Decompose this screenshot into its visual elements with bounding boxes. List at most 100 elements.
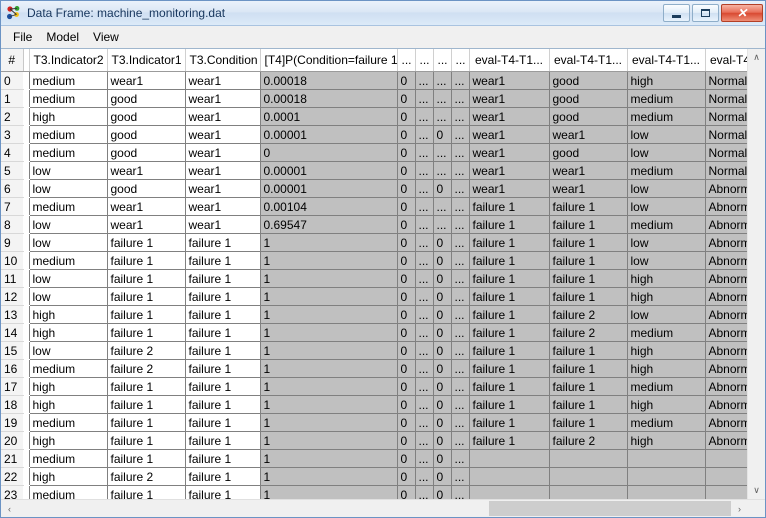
table-cell[interactable] <box>626 449 706 468</box>
table-cell[interactable] <box>704 449 747 468</box>
table-cell[interactable]: 0 <box>432 233 452 252</box>
table-cell[interactable]: 0 <box>396 251 416 270</box>
table-cell[interactable]: high <box>626 71 706 90</box>
row-index-cell[interactable]: 6 <box>1 179 24 198</box>
table-cell[interactable]: failure 1 <box>106 395 186 414</box>
row-index-cell[interactable]: 2 <box>1 107 24 126</box>
table-cell[interactable]: 1 <box>259 485 398 499</box>
table-cell[interactable]: low <box>28 161 108 180</box>
table-cell[interactable]: wear1 <box>468 161 550 180</box>
table-cell[interactable]: ... <box>414 449 434 468</box>
scroll-left-icon[interactable]: ‹ <box>1 500 18 517</box>
minimize-button[interactable] <box>663 4 690 22</box>
row-index-cell[interactable]: 0 <box>1 71 24 90</box>
table-row[interactable]: 10 medium failure 1 failure 1 1 0... 0... failu… <box>1 251 747 270</box>
table-row[interactable]: 12 low failure 1 failure 1 1 0... 0... failure … <box>1 287 747 306</box>
table-cell[interactable]: failure 1 <box>184 467 261 486</box>
table-cell[interactable]: 0 <box>432 467 452 486</box>
table-cell[interactable]: Normal <box>704 89 747 108</box>
table-cell[interactable]: 0 <box>432 449 452 468</box>
row-index-cell[interactable]: 21 <box>1 449 24 468</box>
table-cell[interactable]: ... <box>450 323 470 342</box>
table-cell[interactable]: failure 1 <box>468 431 550 450</box>
table-row[interactable]: 5 low wear1 wear1 0.00001 0......... wear1 wear… <box>1 161 747 180</box>
table-cell[interactable]: failure 1 <box>184 341 261 360</box>
table-cell[interactable]: ... <box>450 233 470 252</box>
table-cell[interactable]: high <box>626 431 706 450</box>
column-header-c11[interactable]: eval-T4-T1... <box>627 49 706 72</box>
table-row[interactable]: 8 low wear1 wear1 0.69547 0......... failure 1… <box>1 215 747 234</box>
table-cell[interactable]: failure 1 <box>106 377 186 396</box>
table-cell[interactable]: ... <box>450 485 470 499</box>
table-cell[interactable]: 1 <box>259 305 398 324</box>
table-cell[interactable]: ... <box>414 431 434 450</box>
table-cell[interactable]: failure 1 <box>184 395 261 414</box>
table-cell[interactable]: ... <box>450 71 470 90</box>
table-cell[interactable]: ... <box>432 161 452 180</box>
table-row[interactable]: 14 high failure 1 failure 1 1 0... 0... failure… <box>1 323 747 342</box>
table-cell[interactable]: good <box>548 89 628 108</box>
table-cell[interactable]: Normal <box>704 125 747 144</box>
table-row[interactable]: 16 medium failure 2 failure 1 1 0... 0... failu… <box>1 359 747 378</box>
table-cell[interactable]: 0 <box>396 197 416 216</box>
table-cell[interactable]: high <box>28 395 108 414</box>
table-cell[interactable]: failure 1 <box>184 251 261 270</box>
table-cell[interactable]: 1 <box>259 233 398 252</box>
row-index-cell[interactable]: 1 <box>1 89 24 108</box>
scroll-right-icon[interactable]: › <box>731 500 748 517</box>
menu-item-file[interactable]: File <box>6 28 39 46</box>
table-row[interactable]: 11 low failure 1 failure 1 1 0... 0... failure … <box>1 269 747 288</box>
table-cell[interactable]: wear1 <box>468 179 550 198</box>
table-row[interactable]: 3 medium good wear1 0.00001 0... 0... wear1 wear… <box>1 125 747 144</box>
table-cell[interactable]: low <box>28 269 108 288</box>
vertical-scrollbar[interactable]: ∧ ∨ <box>747 49 765 499</box>
table-cell[interactable]: failure 1 <box>548 413 628 432</box>
table-cell[interactable]: low <box>28 341 108 360</box>
table-cell[interactable]: Abnormal <box>704 323 747 342</box>
table-row[interactable]: 19 medium failure 1 failure 1 1 0... 0... failu… <box>1 413 747 432</box>
table-cell[interactable]: 0 <box>396 125 416 144</box>
table-cell[interactable]: failure 1 <box>184 377 261 396</box>
scroll-up-icon[interactable]: ∧ <box>748 49 765 66</box>
table-cell[interactable]: failure 1 <box>548 395 628 414</box>
table-cell[interactable] <box>548 485 628 499</box>
table-cell[interactable]: medium <box>28 197 108 216</box>
table-cell[interactable] <box>468 467 550 486</box>
table-cell[interactable]: ... <box>432 143 452 162</box>
table-cell[interactable]: ... <box>414 179 434 198</box>
table-cell[interactable]: ... <box>450 449 470 468</box>
table-cell[interactable]: medium <box>626 377 706 396</box>
table-cell[interactable]: wear1 <box>184 179 261 198</box>
column-header-c3[interactable]: T3.Condition <box>185 49 261 72</box>
table-cell[interactable]: 0 <box>396 71 416 90</box>
row-index-cell[interactable]: 22 <box>1 467 24 486</box>
table-cell[interactable] <box>548 467 628 486</box>
table-cell[interactable]: Abnormal <box>704 269 747 288</box>
table-cell[interactable]: high <box>28 377 108 396</box>
table-cell[interactable]: wear1 <box>106 161 186 180</box>
table-cell[interactable]: medium <box>626 215 706 234</box>
table-cell[interactable]: Abnormal <box>704 305 747 324</box>
table-cell[interactable]: failure 1 <box>184 323 261 342</box>
table-cell[interactable]: failure 1 <box>468 377 550 396</box>
column-header-c6[interactable]: ... <box>415 49 434 72</box>
table-cell[interactable]: failure 1 <box>106 287 186 306</box>
table-cell[interactable]: wear1 <box>184 89 261 108</box>
table-cell[interactable]: 0 <box>432 125 452 144</box>
table-cell[interactable]: Normal <box>704 161 747 180</box>
table-cell[interactable]: failure 1 <box>184 305 261 324</box>
table-cell[interactable]: failure 1 <box>184 431 261 450</box>
table-cell[interactable]: 0 <box>396 377 416 396</box>
table-cell[interactable]: 0 <box>396 143 416 162</box>
table-cell[interactable]: low <box>28 233 108 252</box>
table-cell[interactable]: Abnormal <box>704 215 747 234</box>
table-cell[interactable]: high <box>28 431 108 450</box>
table-cell[interactable]: failure 2 <box>106 467 186 486</box>
table-cell[interactable]: failure 1 <box>548 269 628 288</box>
horizontal-scroll-track[interactable] <box>18 500 731 517</box>
table-cell[interactable]: ... <box>450 467 470 486</box>
column-header-c8[interactable]: ... <box>451 49 470 72</box>
table-cell[interactable]: ... <box>450 413 470 432</box>
table-cell[interactable]: failure 1 <box>548 197 628 216</box>
row-index-cell[interactable]: 15 <box>1 341 24 360</box>
